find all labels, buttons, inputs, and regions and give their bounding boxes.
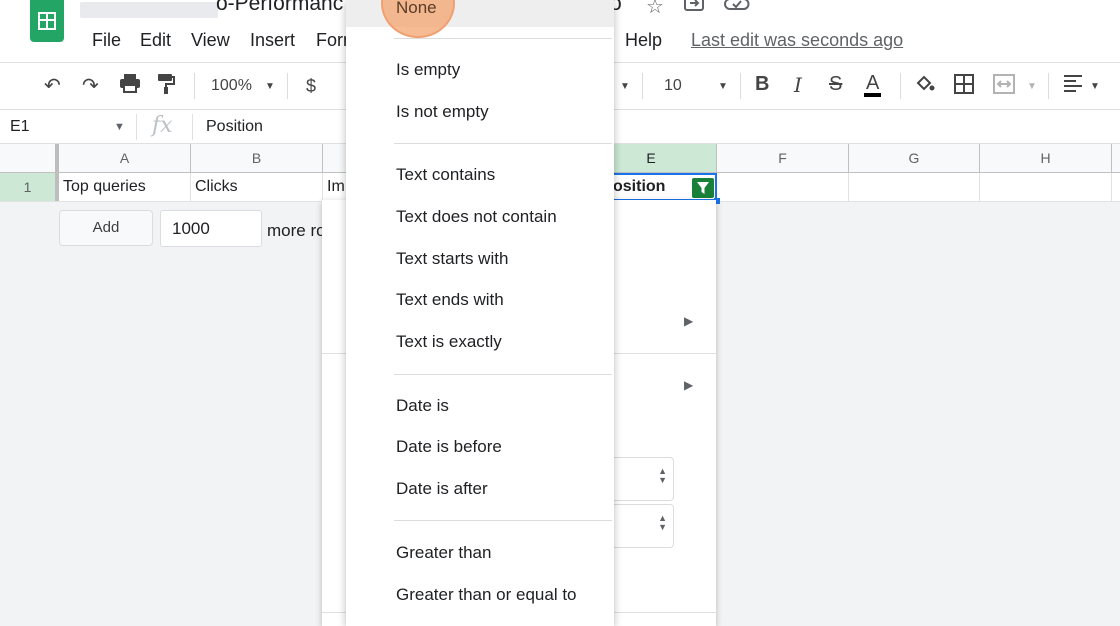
- sheets-logo-icon[interactable]: [30, 0, 64, 42]
- align-dropdown-icon[interactable]: ▼: [1090, 81, 1100, 92]
- option-text-starts-with[interactable]: Text starts with: [396, 249, 508, 269]
- align-left-icon[interactable]: [1062, 73, 1084, 99]
- option-date-is-before[interactable]: Date is before: [396, 437, 502, 457]
- option-is-not-empty[interactable]: Is not empty: [396, 102, 489, 122]
- menu-view[interactable]: View: [191, 30, 230, 51]
- cell-a1[interactable]: Top queries: [59, 173, 191, 201]
- submenu-arrow-icon[interactable]: ▶: [684, 314, 693, 328]
- option-text-is-exactly[interactable]: Text is exactly: [396, 332, 502, 352]
- undo-icon[interactable]: ↶: [44, 73, 61, 98]
- fill-color-icon[interactable]: [914, 73, 936, 101]
- column-header-h[interactable]: H: [980, 144, 1112, 172]
- menu-file[interactable]: File: [92, 30, 121, 51]
- star-icon[interactable]: ☆: [646, 0, 664, 19]
- font-dropdown-icon[interactable]: ▼: [620, 81, 630, 92]
- menu-help[interactable]: Help: [625, 30, 662, 51]
- cell-f1[interactable]: [717, 173, 849, 201]
- submenu-arrow-icon[interactable]: ▶: [684, 378, 693, 392]
- column-header-g[interactable]: G: [849, 144, 980, 172]
- fx-icon: fx: [152, 113, 173, 138]
- menu-edit[interactable]: Edit: [140, 30, 171, 51]
- option-is-empty[interactable]: Is empty: [396, 60, 460, 80]
- select-all-corner[interactable]: [0, 144, 59, 172]
- option-text-ends-with[interactable]: Text ends with: [396, 290, 504, 310]
- last-edit-link[interactable]: Last edit was seconds ago: [691, 30, 903, 51]
- name-box-dropdown-icon[interactable]: ▼: [114, 121, 125, 133]
- more-rows-label: more ro: [267, 221, 326, 240]
- move-icon[interactable]: [684, 0, 706, 18]
- cell-b1[interactable]: Clicks: [191, 173, 323, 201]
- formula-input[interactable]: Position: [206, 118, 263, 136]
- print-icon[interactable]: [119, 73, 141, 99]
- cell-g1[interactable]: [849, 173, 980, 201]
- option-date-is[interactable]: Date is: [396, 396, 449, 416]
- option-date-is-after[interactable]: Date is after: [396, 479, 488, 499]
- option-none[interactable]: None: [396, 0, 437, 18]
- column-header-f[interactable]: F: [717, 144, 849, 172]
- document-title[interactable]: o-Performanc: [216, 0, 343, 16]
- strikethrough-button[interactable]: S: [829, 73, 842, 96]
- merge-cells-icon[interactable]: [992, 73, 1016, 101]
- zoom-select[interactable]: 100%: [211, 77, 252, 95]
- menu-insert[interactable]: Insert: [250, 30, 295, 51]
- font-size-select[interactable]: 10: [664, 77, 682, 95]
- filter-icon[interactable]: [692, 178, 714, 198]
- rows-count-input[interactable]: 1000: [160, 210, 262, 247]
- currency-format-button[interactable]: $: [306, 76, 316, 97]
- cloud-saved-icon[interactable]: [724, 0, 750, 18]
- column-header-a[interactable]: A: [59, 144, 191, 172]
- paint-format-icon[interactable]: [157, 73, 175, 101]
- borders-icon[interactable]: [953, 73, 975, 101]
- option-text-does-not-contain[interactable]: Text does not contain: [396, 207, 557, 227]
- row-header-1[interactable]: 1: [0, 173, 59, 201]
- name-box[interactable]: E1: [10, 118, 30, 136]
- cell-h1[interactable]: [980, 173, 1112, 201]
- bold-button[interactable]: B: [755, 73, 769, 96]
- add-rows-button[interactable]: Add: [59, 210, 153, 246]
- merge-dropdown-icon[interactable]: ▼: [1027, 81, 1037, 92]
- zoom-dropdown-icon[interactable]: ▼: [265, 81, 275, 92]
- text-color-button[interactable]: A: [864, 73, 882, 97]
- option-greater-than[interactable]: Greater than: [396, 543, 491, 563]
- value-select[interactable]: ▲ ▼: [612, 504, 674, 548]
- document-title-redacted: [80, 2, 218, 18]
- redo-icon[interactable]: ↷: [82, 73, 99, 98]
- condition-select[interactable]: ▲ ▼: [612, 457, 674, 501]
- font-size-dropdown-icon[interactable]: ▼: [718, 81, 728, 92]
- condition-dropdown-menu: Is empty Is not empty Text contains Text…: [346, 0, 614, 626]
- option-greater-than-or-equal-to[interactable]: Greater than or equal to: [396, 585, 577, 605]
- italic-button[interactable]: I: [794, 73, 802, 97]
- option-text-contains[interactable]: Text contains: [396, 165, 495, 185]
- column-header-b[interactable]: B: [191, 144, 323, 172]
